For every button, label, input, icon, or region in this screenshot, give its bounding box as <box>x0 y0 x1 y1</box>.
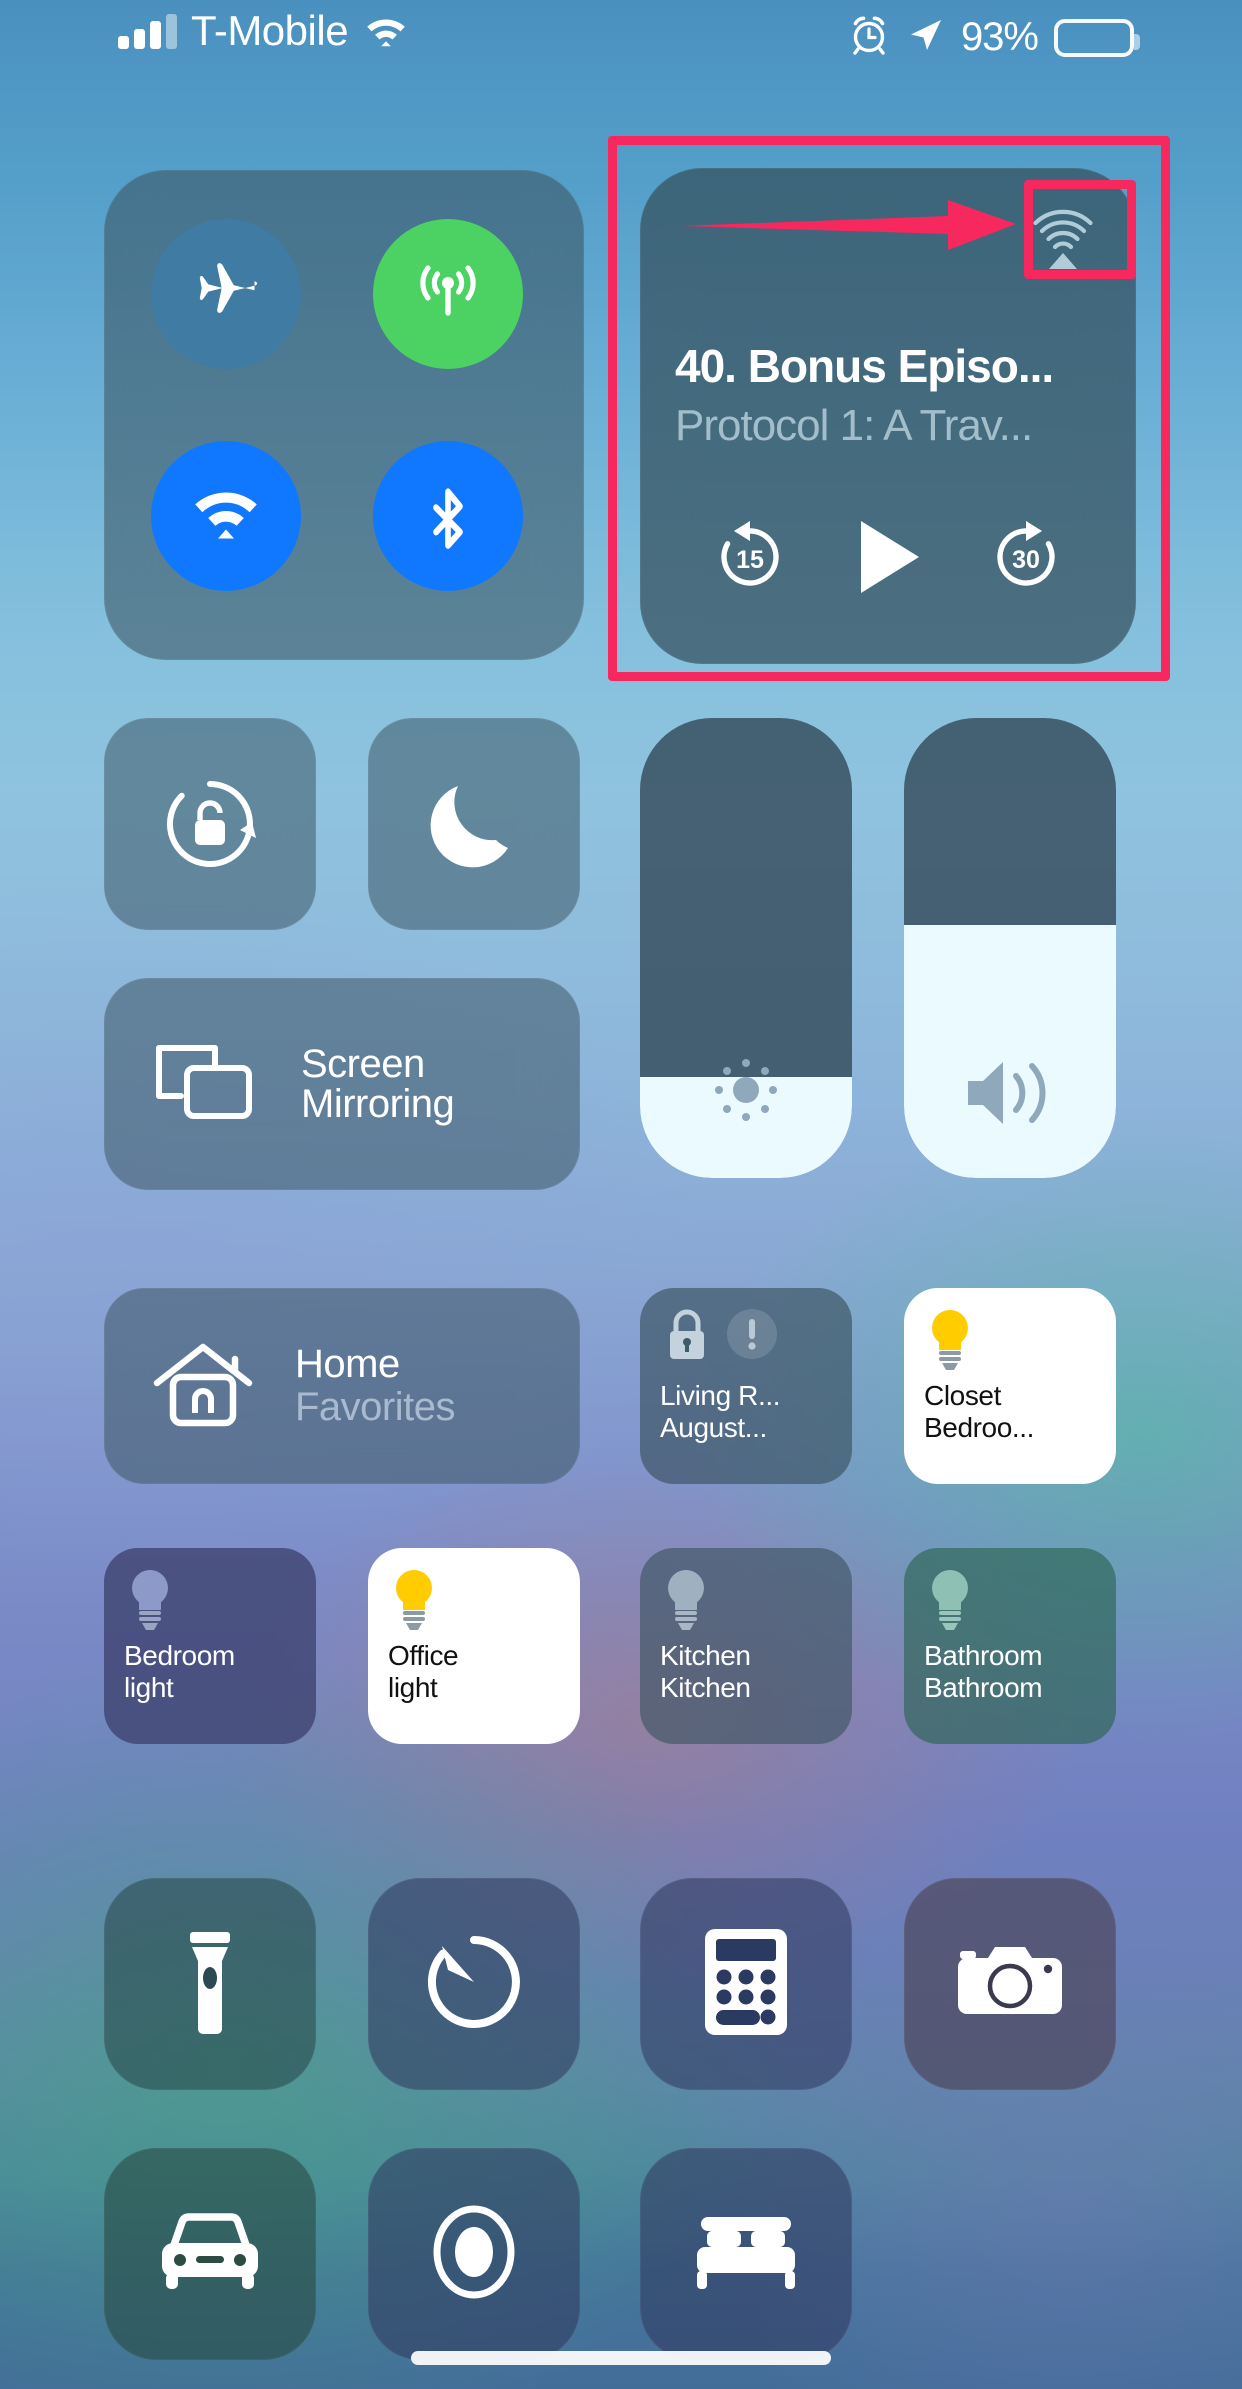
status-bar-left: T-Mobile <box>118 10 410 52</box>
wifi-icon <box>362 11 410 52</box>
brightness-sun-icon <box>640 1044 852 1136</box>
cellular-bars-icon <box>118 13 177 49</box>
car-icon <box>152 2209 268 2300</box>
status-bar: T-Mobile 93% <box>0 0 1242 90</box>
battery-icon <box>1054 18 1140 57</box>
home-accessory-living-room[interactable]: Living R... August... <box>640 1288 852 1484</box>
calculator-button[interactable] <box>640 1878 852 2090</box>
timer-button[interactable] <box>368 1878 580 2090</box>
bluetooth-icon <box>422 473 474 560</box>
camera-icon <box>952 1938 1068 2031</box>
home-accessory-bathroom-light[interactable]: Bathroom Bathroom <box>904 1548 1116 1744</box>
bed-icon <box>691 2211 801 2298</box>
brightness-slider[interactable] <box>640 718 852 1178</box>
driving-focus-button[interactable] <box>104 2148 316 2360</box>
home-accessory-label: Living R... August... <box>660 1380 781 1444</box>
cellular-antenna-icon <box>409 253 487 336</box>
lightbulb-icon <box>660 1566 712 1639</box>
status-bar-right: 93% <box>849 14 1140 61</box>
lightbulb-icon <box>124 1566 176 1639</box>
sleep-mode-button[interactable] <box>640 2148 852 2360</box>
battery-percent-label: 93% <box>960 15 1039 59</box>
home-accessory-kitchen-light[interactable]: Kitchen Kitchen <box>640 1548 852 1744</box>
screen-mirroring-button[interactable]: Screen Mirroring <box>104 978 580 1190</box>
airplane-icon <box>189 255 263 334</box>
home-accessory-label: Closet Bedroo... <box>924 1380 1035 1444</box>
wifi-toggle[interactable] <box>151 441 301 591</box>
camera-button[interactable] <box>904 1878 1116 2090</box>
home-app-button[interactable]: Home Favorites <box>104 1288 580 1484</box>
cellular-data-toggle[interactable] <box>373 219 523 369</box>
home-accessory-label: Bedroom light <box>124 1640 235 1704</box>
lightbulb-icon <box>924 1306 976 1379</box>
lightbulb-icon <box>924 1566 976 1639</box>
pointer-arrow-icon <box>680 200 1016 250</box>
wifi-icon <box>187 484 265 549</box>
screen-mirroring-label: Screen Mirroring <box>301 1042 455 1126</box>
carrier-label: T-Mobile <box>191 7 349 54</box>
timer-icon <box>420 1928 528 2041</box>
calculator-icon <box>703 1927 789 2042</box>
bluetooth-toggle[interactable] <box>373 441 523 591</box>
speaker-waves-icon <box>904 1050 1116 1136</box>
flashlight-icon <box>180 1926 240 2043</box>
padlock-icon <box>660 1306 714 1373</box>
screen-mirroring-icon <box>151 1036 259 1133</box>
alarm-clock-icon <box>849 14 889 61</box>
exclamation-badge-icon <box>724 1306 780 1367</box>
flashlight-button[interactable] <box>104 1878 316 2090</box>
home-accessory-label: Bathroom Bathroom <box>924 1640 1043 1704</box>
connectivity-module[interactable] <box>104 170 584 660</box>
lightbulb-icon <box>388 1566 440 1639</box>
screen-record-icon <box>426 2198 522 2311</box>
do-not-disturb-toggle[interactable] <box>368 718 580 930</box>
airplane-mode-toggle[interactable] <box>151 219 301 369</box>
home-accessory-label: Office light <box>388 1640 459 1704</box>
home-accessory-office-light[interactable]: Office light <box>368 1548 580 1744</box>
home-indicator[interactable] <box>411 2351 831 2365</box>
rotation-lock-icon <box>105 719 315 929</box>
annotation-target-box <box>1024 180 1136 279</box>
crescent-moon-icon <box>369 719 579 929</box>
volume-slider[interactable] <box>904 718 1116 1178</box>
rotation-lock-toggle[interactable] <box>104 718 316 930</box>
home-label: Home Favorites <box>295 1341 456 1429</box>
home-accessory-label: Kitchen Kitchen <box>660 1640 751 1704</box>
location-arrow-icon <box>905 15 945 60</box>
home-accessory-closet[interactable]: Closet Bedroo... <box>904 1288 1116 1484</box>
screen-recording-button[interactable] <box>368 2148 580 2360</box>
house-icon <box>151 1337 255 1436</box>
home-accessory-bedroom-light[interactable]: Bedroom light <box>104 1548 316 1744</box>
